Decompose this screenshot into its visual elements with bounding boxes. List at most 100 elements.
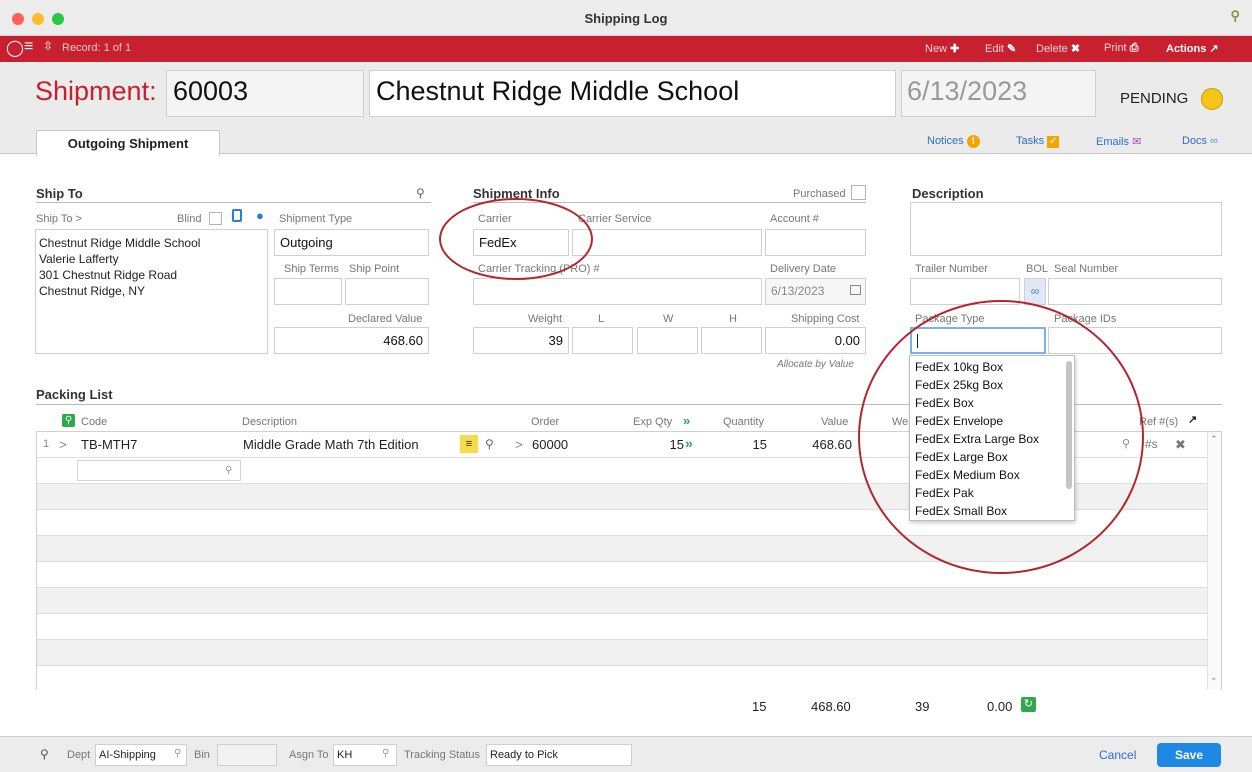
ship-to-link[interactable]: Ship To > xyxy=(36,213,82,225)
dropdown-scrollbar[interactable] xyxy=(1066,361,1072,489)
footer-bar: ⚲ Dept AI-Shipping ⚲ Bin Asgn To KH ⚲ Tr… xyxy=(0,736,1252,772)
shipment-type-field[interactable]: Outgoing xyxy=(274,229,429,256)
delete-row-icon[interactable]: ✖ xyxy=(1175,437,1186,453)
new-code-input[interactable] xyxy=(77,460,241,481)
carrier-label: Carrier xyxy=(478,213,512,225)
search-icon[interactable]: ⚲ xyxy=(62,414,75,427)
packing-list-heading: Packing List xyxy=(36,387,113,402)
emails-link[interactable]: Emails ✉ xyxy=(1096,135,1141,148)
scroll-up-icon[interactable]: ⌃ xyxy=(1210,434,1218,445)
tracking-status-field[interactable]: Ready to Pick xyxy=(486,744,632,766)
row-expand-icon[interactable]: > xyxy=(59,437,67,452)
package-type-dropdown[interactable]: FedEx 10kg Box FedEx 25kg Box FedEx Box … xyxy=(909,355,1075,521)
calendar-icon[interactable] xyxy=(850,285,861,295)
expand-arrow-icon[interactable]: ↗ xyxy=(1188,413,1197,426)
length-field[interactable] xyxy=(572,327,633,354)
fill-quantity-icon[interactable]: » xyxy=(683,413,690,428)
address-line: Chestnut Ridge, NY xyxy=(39,284,146,298)
shipping-cost-field[interactable]: 0.00 xyxy=(765,327,866,354)
total-value: 468.60 xyxy=(811,699,851,714)
dropdown-option[interactable]: FedEx Extra Large Box xyxy=(915,432,1039,446)
search-icon[interactable]: ⚲ xyxy=(1122,437,1130,450)
fill-quantity-icon[interactable]: » xyxy=(685,435,693,451)
total-quantity: 15 xyxy=(752,699,767,714)
bol-label: BOL xyxy=(1026,263,1049,275)
pin-icon[interactable]: ⚲ xyxy=(40,747,49,761)
carrier-field[interactable]: FedEx xyxy=(473,229,569,256)
allocate-link[interactable]: Allocate by Value xyxy=(777,359,854,370)
notes-icon[interactable]: ≡ xyxy=(460,435,478,453)
tasks-link[interactable]: Tasks ✓ xyxy=(1016,135,1060,148)
new-label: New xyxy=(925,43,948,55)
description-heading: Description xyxy=(912,186,984,201)
bin-field[interactable] xyxy=(217,744,277,766)
description-field[interactable] xyxy=(910,202,1222,256)
length-label: L xyxy=(598,313,605,325)
save-button[interactable]: Save xyxy=(1157,743,1221,767)
location-pin-icon[interactable]: ● xyxy=(256,208,264,223)
table-row xyxy=(37,562,1221,588)
envelope-icon: ✉ xyxy=(1132,136,1142,148)
dropdown-option[interactable]: FedEx 25kg Box xyxy=(915,378,1003,392)
new-button[interactable]: New ✚ xyxy=(925,42,959,55)
search-icon[interactable]: ⚲ xyxy=(225,465,232,476)
dropdown-option[interactable]: FedEx Box xyxy=(915,396,974,410)
dropdown-option[interactable]: FedEx Envelope xyxy=(915,414,1003,428)
row-order: 60000 xyxy=(532,437,569,452)
bol-attachment-icon[interactable]: ∞ xyxy=(1024,278,1046,305)
dropdown-option[interactable]: FedEx Pak xyxy=(915,486,974,500)
dropdown-option[interactable]: FedEx 10kg Box xyxy=(915,360,1003,374)
weight-label: Weight xyxy=(528,313,563,325)
expand-arrow-icon: ↗ xyxy=(1209,43,1219,55)
account-field[interactable] xyxy=(765,229,866,256)
carrier-service-field[interactable] xyxy=(572,229,762,256)
package-type-label: Package Type xyxy=(915,313,985,325)
trailer-number-field[interactable] xyxy=(910,278,1020,305)
declared-value-label: Declared Value xyxy=(348,313,423,325)
seal-number-field[interactable] xyxy=(1048,278,1222,305)
clipboard-icon[interactable] xyxy=(232,209,242,222)
pin-icon[interactable]: ⚲ xyxy=(416,186,425,200)
ship-to-address-box[interactable]: Chestnut Ridge Middle School Valerie Laf… xyxy=(35,229,268,354)
ref-numbers-icon[interactable]: #s xyxy=(1145,437,1158,451)
package-ids-field[interactable] xyxy=(1048,327,1222,354)
actions-button[interactable]: Actions ↗ xyxy=(1166,42,1219,55)
record-navigator-icon[interactable]: ⇳ xyxy=(43,39,53,53)
search-icon[interactable]: ⚲ xyxy=(382,748,389,759)
docs-link[interactable]: Docs ∞ xyxy=(1182,135,1218,147)
height-field[interactable] xyxy=(701,327,762,354)
delete-label: Delete xyxy=(1036,43,1068,55)
width-field[interactable] xyxy=(637,327,698,354)
cancel-button[interactable]: Cancel xyxy=(1099,748,1136,762)
tracking-label: Carrier Tracking (PRO) # xyxy=(478,263,600,275)
package-type-field[interactable] xyxy=(910,327,1046,354)
description-column-header: Description xyxy=(242,416,298,428)
declared-value-field[interactable]: 468.60 xyxy=(274,327,429,354)
weight-field[interactable]: 39 xyxy=(473,327,569,354)
edit-button[interactable]: Edit ✎ xyxy=(985,42,1016,55)
ship-terms-field[interactable] xyxy=(274,278,342,305)
dropdown-option[interactable]: FedEx Small Box xyxy=(915,504,1007,518)
print-button[interactable]: Print ⎙ xyxy=(1104,42,1139,55)
purchased-checkbox[interactable] xyxy=(851,185,866,200)
shipping-cost-label: Shipping Cost xyxy=(791,313,860,325)
dropdown-option[interactable]: FedEx Large Box xyxy=(915,450,1008,464)
pin-icon[interactable]: ⚲ xyxy=(485,437,494,451)
tracking-field[interactable] xyxy=(473,278,762,305)
blind-checkbox[interactable] xyxy=(209,212,222,225)
dropdown-option[interactable]: FedEx Medium Box xyxy=(915,468,1020,482)
delete-button[interactable]: Delete ✖ xyxy=(1036,42,1080,55)
scroll-down-icon[interactable]: ⌄ xyxy=(1210,672,1218,683)
order-column-header: Order xyxy=(531,416,560,428)
order-link-icon[interactable]: > xyxy=(515,437,523,452)
tab-outgoing-shipment[interactable]: Outgoing Shipment xyxy=(36,130,220,156)
ship-point-field[interactable] xyxy=(345,278,429,305)
search-icon[interactable]: ⚲ xyxy=(174,748,181,759)
globe-icon[interactable]: ◯ xyxy=(6,38,24,58)
x-icon: ✖ xyxy=(1070,43,1081,55)
table-scrollbar[interactable]: ⌃ ⌄ xyxy=(1207,432,1221,689)
dept-value: AI-Shipping xyxy=(99,749,156,761)
notices-link[interactable]: Notices ! xyxy=(927,135,980,148)
recalculate-icon[interactable]: ↻ xyxy=(1021,697,1036,712)
list-icon[interactable]: ≡ xyxy=(24,38,33,56)
